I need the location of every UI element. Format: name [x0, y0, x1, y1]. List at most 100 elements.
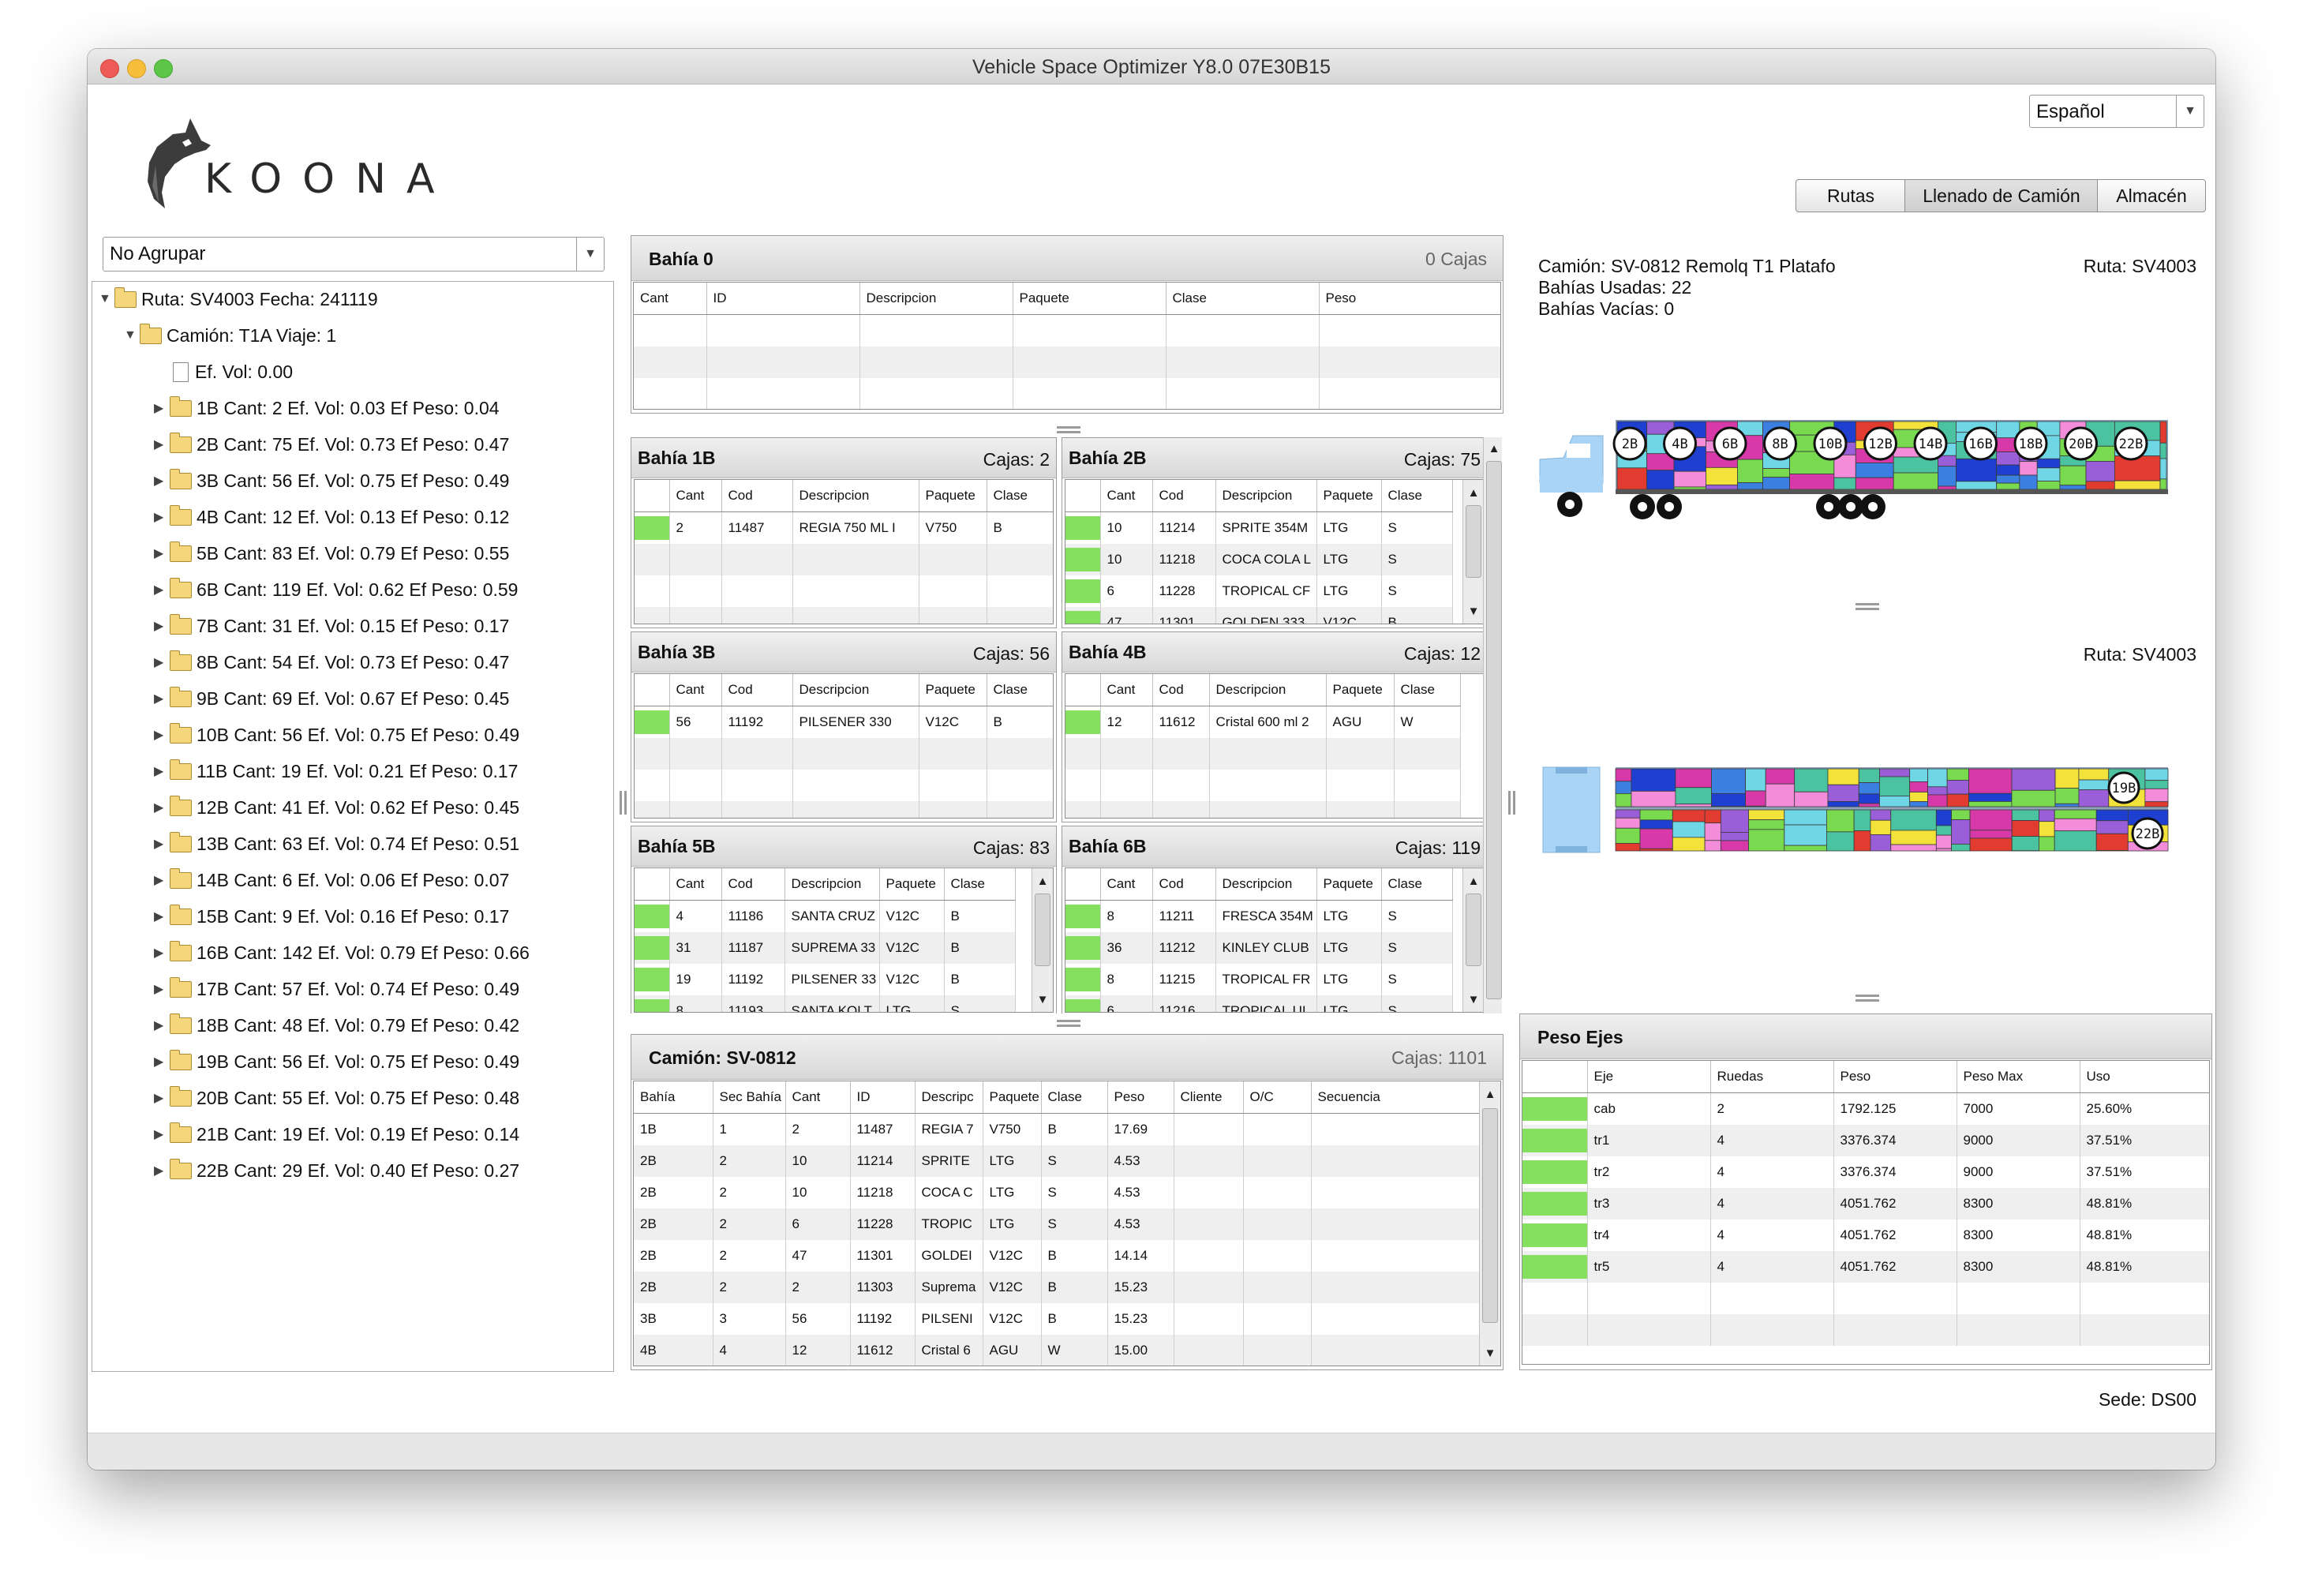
column-header[interactable]: Paquete — [879, 868, 945, 901]
tree-bay-node[interactable]: ▶ 3B Cant: 56 Ef. Vol: 0.75 Ef Peso: 0.49 — [154, 465, 509, 496]
column-header[interactable] — [635, 674, 670, 706]
column-header[interactable]: Cant — [634, 283, 707, 315]
column-header[interactable]: Paquete — [983, 1081, 1042, 1114]
table-row[interactable]: 3B 3 56 11192 PILSENI V12C B 15.23 — [634, 1302, 1481, 1335]
tree-bay-node[interactable]: ▶ 10B Cant: 56 Ef. Vol: 0.75 Ef Peso: 0.4… — [154, 719, 519, 751]
column-header[interactable]: Cant — [669, 674, 722, 706]
column-header[interactable]: Cant — [1100, 674, 1153, 706]
column-header[interactable]: Cant — [785, 1081, 851, 1114]
route-tree[interactable]: ▼ Ruta: SV4003 Fecha: 241119 ▼ Camión: T… — [92, 281, 614, 1372]
collapsed-arrow-icon[interactable]: ▶ — [154, 800, 170, 815]
column-header[interactable] — [1065, 480, 1101, 512]
table-row[interactable] — [1065, 800, 1461, 818]
tree-bay-node[interactable]: ▶ 19B Cant: 56 Ef. Vol: 0.75 Ef Peso: 0.4… — [154, 1046, 519, 1077]
scroll-thumb[interactable] — [1486, 461, 1502, 999]
collapsed-arrow-icon[interactable]: ▶ — [154, 763, 170, 779]
bay-table[interactable]: Cant Cod Descripcion Paquete Clase 4 11186 SANT… — [634, 867, 1054, 1013]
splitter-handle[interactable] — [1057, 426, 1080, 429]
column-header[interactable]: Cod — [721, 674, 793, 706]
column-header[interactable]: Paquete — [919, 480, 987, 512]
scroll-up-icon[interactable]: ▲ — [1463, 870, 1484, 892]
expanded-arrow-icon[interactable]: ▼ — [124, 328, 140, 343]
table-row[interactable]: 2B 2 2 11303 Suprema V12C B 15.23 — [634, 1271, 1481, 1303]
scroll-down-icon[interactable]: ▼ — [1032, 988, 1053, 1010]
column-header[interactable]: Cant — [669, 480, 722, 512]
table-row[interactable]: tr3 4 4051.762 8300 48.81% — [1522, 1187, 2209, 1219]
column-header[interactable]: Clase — [1166, 283, 1320, 315]
column-header[interactable]: Uso — [2080, 1061, 2209, 1093]
collapsed-arrow-icon[interactable]: ▶ — [154, 691, 170, 706]
column-header[interactable]: Cant — [669, 868, 722, 901]
collapsed-arrow-icon[interactable]: ▶ — [154, 654, 170, 670]
truck-top-view[interactable]: 19B 22B — [1524, 751, 2203, 862]
collapsed-arrow-icon[interactable]: ▶ — [154, 945, 170, 961]
scroll-up-icon[interactable]: ▲ — [1032, 870, 1053, 892]
table-row[interactable]: tr1 4 3376.374 9000 37.51% — [1522, 1124, 2209, 1156]
tree-bay-node[interactable]: ▶ 16B Cant: 142 Ef. Vol: 0.79 Ef Peso: 0.… — [154, 937, 530, 968]
column-header[interactable]: Sec Bahía — [713, 1081, 786, 1114]
tree-bay-node[interactable]: ▶ 9B Cant: 69 Ef. Vol: 0.67 Ef Peso: 0.45 — [154, 683, 509, 714]
column-header[interactable]: Peso — [1107, 1081, 1174, 1114]
tree-truck-node[interactable]: ▼ Camión: T1A Viaje: 1 — [124, 320, 336, 351]
scroll-up-icon[interactable]: ▲ — [1463, 481, 1484, 504]
collapsed-arrow-icon[interactable]: ▶ — [154, 1090, 170, 1106]
tree-vol-node[interactable]: Ef. Vol: 0.00 — [173, 356, 293, 388]
tree-bay-node[interactable]: ▶ 15B Cant: 9 Ef. Vol: 0.16 Ef Peso: 0.17 — [154, 901, 509, 932]
collapsed-arrow-icon[interactable]: ▶ — [154, 872, 170, 888]
table-row[interactable] — [635, 543, 1053, 575]
column-header[interactable] — [635, 480, 670, 512]
scroll-down-icon[interactable]: ▼ — [1463, 988, 1484, 1010]
column-header[interactable]: Clase — [944, 868, 1016, 901]
tree-bay-node[interactable]: ▶ 7B Cant: 31 Ef. Vol: 0.15 Ef Peso: 0.17 — [154, 610, 509, 642]
scroll-down-icon[interactable]: ▼ — [1480, 1342, 1500, 1364]
column-header[interactable]: Cod — [1152, 674, 1210, 706]
column-header[interactable]: Clase — [987, 480, 1053, 512]
bay-table-scrollbar[interactable]: ▲ ▼ — [1462, 868, 1484, 1012]
bay0-table[interactable]: Cant ID Descripcion Paquete Clase Peso — [633, 282, 1501, 410]
tree-bay-node[interactable]: ▶ 11B Cant: 19 Ef. Vol: 0.21 Ef Peso: 0.1… — [154, 755, 518, 787]
scroll-thumb[interactable] — [1466, 894, 1481, 966]
collapsed-arrow-icon[interactable]: ▶ — [154, 400, 170, 416]
column-header[interactable]: Peso — [1833, 1061, 1957, 1093]
column-header[interactable]: Cod — [1152, 868, 1216, 901]
splitter-handle[interactable] — [1856, 603, 1879, 605]
scroll-thumb[interactable] — [1466, 505, 1481, 578]
column-header[interactable]: Descripcion — [792, 674, 919, 706]
column-header[interactable]: Paquete — [1013, 283, 1166, 315]
table-row[interactable] — [634, 346, 1500, 378]
truck-side-view[interactable]: 2B 4B 6B 8B 10B 12B 14B 16B 18B 20B 22B — [1524, 396, 2203, 554]
column-header[interactable]: Peso — [1319, 283, 1500, 315]
column-header[interactable]: Paquete — [1316, 868, 1382, 901]
table-row[interactable]: 2B 2 10 11218 COCA C LTG S 4.53 — [634, 1176, 1481, 1208]
collapsed-arrow-icon[interactable]: ▶ — [154, 545, 170, 561]
table-row[interactable]: 2B 2 47 11301 GOLDEI V12C B 14.14 — [634, 1239, 1481, 1272]
splitter-handle[interactable] — [1856, 995, 1879, 997]
column-header[interactable]: Descripc — [915, 1081, 983, 1114]
tree-route-node[interactable]: ▼ Ruta: SV4003 Fecha: 241119 — [99, 283, 378, 315]
tree-bay-node[interactable]: ▶ 5B Cant: 83 Ef. Vol: 0.79 Ef Peso: 0.55 — [154, 538, 509, 569]
column-header[interactable]: Cod — [721, 868, 785, 901]
bay-table-scrollbar[interactable]: ▲ ▼ — [1032, 868, 1053, 1012]
scroll-thumb[interactable] — [1035, 894, 1050, 966]
truck-table-scrollbar[interactable]: ▲ ▼ — [1479, 1081, 1500, 1366]
axles-table[interactable]: Eje Ruedas Peso Peso Max Uso cab 2 1792.125 700… — [1522, 1060, 2210, 1365]
table-row[interactable]: 10 11214 SPRITE 354M LTG S — [1065, 511, 1453, 544]
column-header[interactable]: ID — [850, 1081, 916, 1114]
tree-bay-node[interactable]: ▶ 6B Cant: 119 Ef. Vol: 0.62 Ef Peso: 0.5… — [154, 574, 518, 605]
collapsed-arrow-icon[interactable]: ▶ — [154, 509, 170, 525]
column-header[interactable]: Descripcion — [1215, 868, 1317, 901]
bay-table[interactable]: Cant Cod Descripcion Paquete Clase 10 11214 SPR… — [1065, 479, 1485, 624]
splitter-handle[interactable] — [620, 791, 622, 815]
table-row[interactable] — [1522, 1282, 2209, 1314]
table-row[interactable] — [635, 737, 1053, 770]
table-row[interactable]: 8 11211 FRESCA 354M LTG S — [1065, 900, 1453, 932]
table-row[interactable]: 6 11216 TROPICAL UI LTG S — [1065, 995, 1453, 1012]
table-row[interactable] — [635, 769, 1053, 801]
bays-scrollbar[interactable]: ▲ — [1483, 437, 1502, 1013]
table-row[interactable]: 2B 2 6 11228 TROPIC LTG S 4.53 — [634, 1208, 1481, 1240]
splitter-handle[interactable] — [624, 791, 627, 815]
truck-table[interactable]: Bahía Sec Bahía Cant ID Descripc Paquete Clase… — [633, 1081, 1501, 1366]
table-row[interactable]: 36 11212 KINLEY CLUB LTG S — [1065, 931, 1453, 964]
splitter-handle[interactable] — [1513, 791, 1515, 815]
table-row[interactable] — [1065, 737, 1461, 770]
